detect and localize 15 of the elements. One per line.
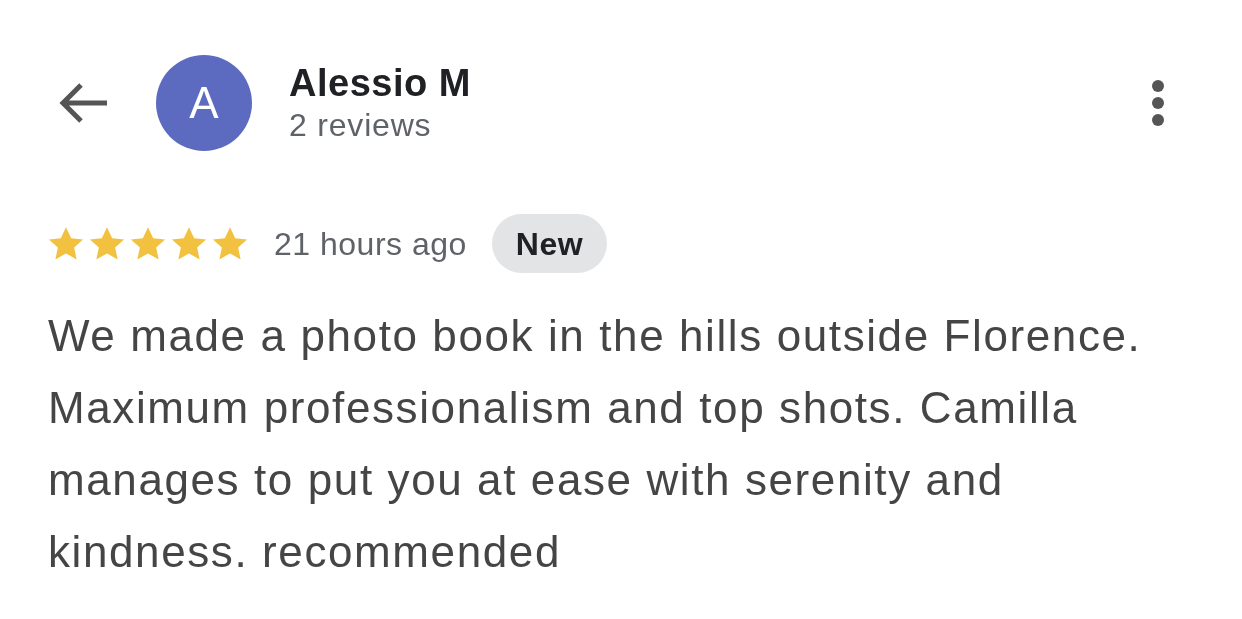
reviewer-name: Alessio M xyxy=(289,61,471,105)
star-icon xyxy=(129,225,167,262)
star-icon xyxy=(170,225,208,262)
more-options-button[interactable] xyxy=(1150,77,1166,129)
new-badge: New xyxy=(491,214,608,273)
review-text: We made a photo book in the hills outside Florence. Maximum professionalism and top shots. Camilla manages to put you at ease with serenity and kindness. recommended xyxy=(48,310,1143,578)
back-button[interactable] xyxy=(58,81,110,125)
avatar: A xyxy=(156,55,252,151)
review-time: 21 hours ago xyxy=(274,224,467,264)
star-icon xyxy=(211,225,249,262)
review-count: 2 reviews xyxy=(289,106,433,145)
star-icon xyxy=(47,225,85,262)
back-arrow-icon xyxy=(59,83,109,123)
star-icon xyxy=(88,225,126,262)
more-options-icon xyxy=(1151,79,1165,127)
